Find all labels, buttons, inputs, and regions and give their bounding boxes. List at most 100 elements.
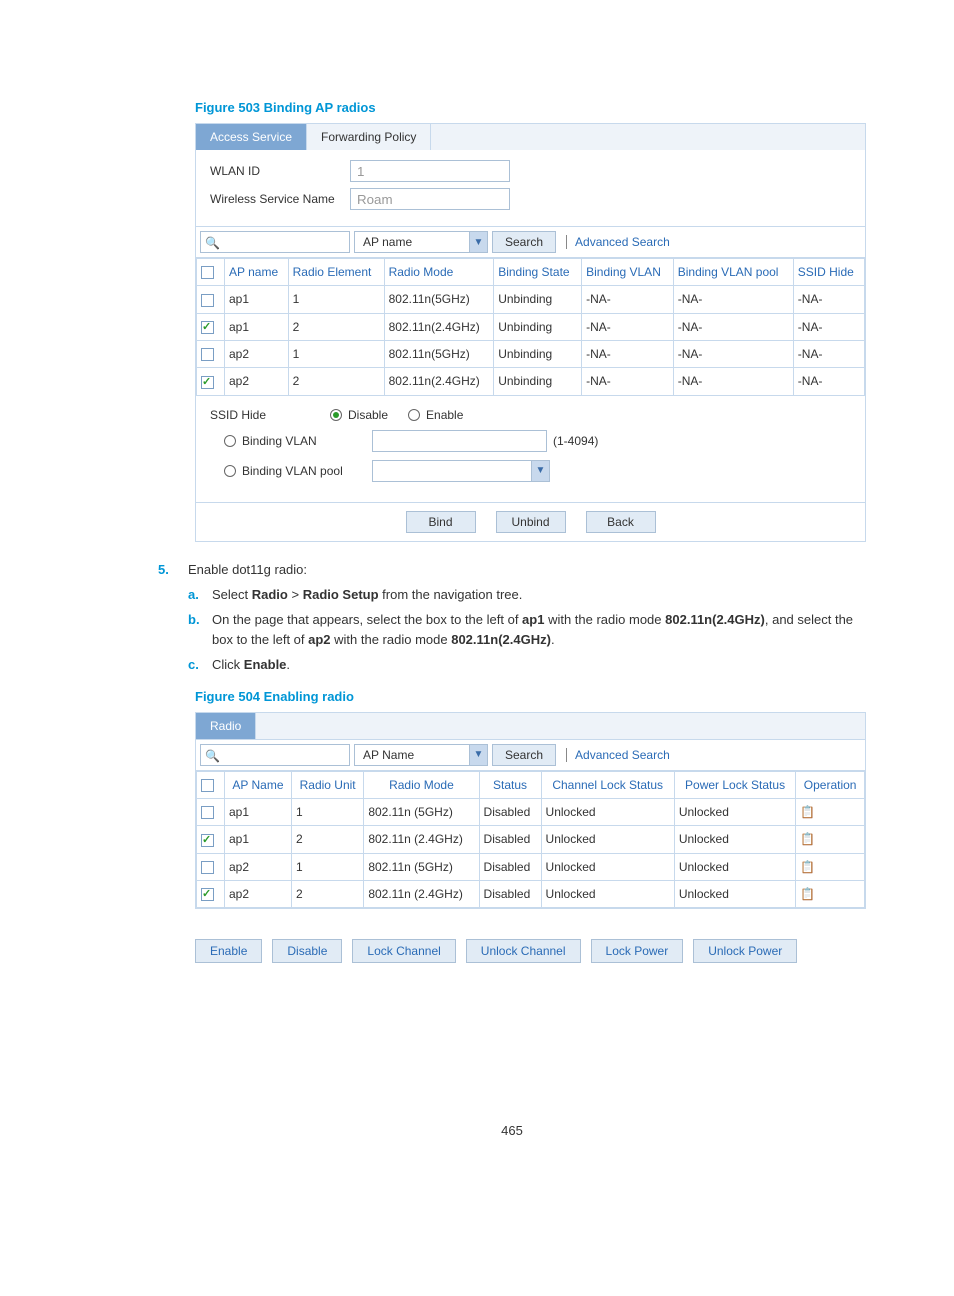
operation-icon[interactable]: 📋 <box>800 805 815 819</box>
col-radio-element[interactable]: Radio Element <box>288 259 384 286</box>
search-button-504[interactable]: Search <box>492 744 556 766</box>
table-cell: Unlocked <box>541 880 674 907</box>
binding-vlan-pool-dropdown[interactable]: ▼ <box>372 460 550 482</box>
col-ap-name-504[interactable]: AP Name <box>225 771 292 798</box>
col-binding-state[interactable]: Binding State <box>494 259 582 286</box>
dropdown-text: AP Name <box>355 748 469 762</box>
disable-button[interactable]: Disable <box>272 939 342 963</box>
binding-vlan-input[interactable] <box>372 430 547 452</box>
wlan-id-label: WLAN ID <box>210 164 350 178</box>
wlan-id-input[interactable] <box>350 160 510 182</box>
table-row: ap12802.11n(2.4GHz)Unbinding-NA--NA--NA- <box>197 313 865 340</box>
operation-icon[interactable]: 📋 <box>800 860 815 874</box>
table-cell: 802.11n (5GHz) <box>364 798 479 825</box>
row-checkbox[interactable] <box>201 806 214 819</box>
checkbox-header[interactable] <box>201 266 214 279</box>
step-5-text: Enable dot11g radio: <box>188 562 307 577</box>
col-radio-mode-504[interactable]: Radio Mode <box>364 771 479 798</box>
figure-503-title: Figure 503 Binding AP radios <box>195 100 866 115</box>
substep-b-letter: b. <box>188 612 212 627</box>
table-cell: 2 <box>288 313 384 340</box>
row-checkbox[interactable] <box>201 321 214 334</box>
table-cell: 802.11n(2.4GHz) <box>384 313 494 340</box>
operation-cell[interactable]: 📋 <box>796 880 865 907</box>
operation-cell[interactable]: 📋 <box>796 798 865 825</box>
bind-button[interactable]: Bind <box>406 511 476 533</box>
binding-vlan-label: Binding VLAN <box>242 434 372 448</box>
col-radio-unit[interactable]: Radio Unit <box>291 771 363 798</box>
unbind-button[interactable]: Unbind <box>496 511 566 533</box>
col-binding-vlan-pool[interactable]: Binding VLAN pool <box>673 259 793 286</box>
lock-channel-button[interactable]: Lock Channel <box>352 939 455 963</box>
row-checkbox[interactable] <box>201 861 214 874</box>
search-field-dropdown-504[interactable]: AP Name ▼ <box>354 744 488 766</box>
radio-disable[interactable] <box>330 409 342 421</box>
tab-forwarding-policy[interactable]: Forwarding Policy <box>307 124 431 150</box>
operation-cell[interactable]: 📋 <box>796 853 865 880</box>
search-input[interactable]: 🔍 <box>200 231 350 253</box>
disable-label: Disable <box>348 408 388 422</box>
col-status[interactable]: Status <box>479 771 541 798</box>
row-checkbox[interactable] <box>201 834 214 847</box>
table-cell: -NA- <box>582 286 674 313</box>
vlan-range-label: (1-4094) <box>553 434 598 448</box>
table-row: ap11802.11n(5GHz)Unbinding-NA--NA--NA- <box>197 286 865 313</box>
checkbox-header-504[interactable] <box>201 779 214 792</box>
col-radio-mode[interactable]: Radio Mode <box>384 259 494 286</box>
table-cell: Disabled <box>479 798 541 825</box>
row-checkbox[interactable] <box>201 294 214 307</box>
tab-access-service[interactable]: Access Service <box>196 124 307 150</box>
col-ap-name[interactable]: AP name <box>225 259 289 286</box>
back-button[interactable]: Back <box>586 511 656 533</box>
row-checkbox[interactable] <box>201 888 214 901</box>
table-cell: Unbinding <box>494 368 582 395</box>
ap-radio-table: AP name Radio Element Radio Mode Binding… <box>196 258 865 396</box>
table-cell: 802.11n(5GHz) <box>384 340 494 367</box>
search-input-504[interactable]: 🔍 <box>200 744 350 766</box>
table-cell: ap1 <box>225 286 289 313</box>
operation-cell[interactable]: 📋 <box>796 826 865 853</box>
row-checkbox[interactable] <box>201 348 214 361</box>
operation-icon[interactable]: 📋 <box>800 887 815 901</box>
table-cell: 2 <box>291 826 363 853</box>
table-row: ap21802.11n(5GHz)Unbinding-NA--NA--NA- <box>197 340 865 367</box>
col-binding-vlan[interactable]: Binding VLAN <box>582 259 674 286</box>
table-row: ap21802.11n (5GHz)DisabledUnlockedUnlock… <box>197 853 865 880</box>
row-checkbox[interactable] <box>201 376 214 389</box>
col-operation[interactable]: Operation <box>796 771 865 798</box>
table-cell: 1 <box>288 340 384 367</box>
table-cell: 802.11n (2.4GHz) <box>364 880 479 907</box>
dropdown-text: AP name <box>355 235 469 249</box>
table-cell: 1 <box>291 853 363 880</box>
radio-binding-vlan[interactable] <box>224 435 236 447</box>
lock-power-button[interactable]: Lock Power <box>591 939 684 963</box>
table-cell: 802.11n(5GHz) <box>384 286 494 313</box>
radio-enable[interactable] <box>408 409 420 421</box>
unlock-power-button[interactable]: Unlock Power <box>693 939 797 963</box>
enable-button[interactable]: Enable <box>195 939 262 963</box>
unlock-channel-button[interactable]: Unlock Channel <box>466 939 581 963</box>
col-power-lock[interactable]: Power Lock Status <box>674 771 795 798</box>
table-cell: -NA- <box>582 340 674 367</box>
table-cell: ap1 <box>225 798 292 825</box>
table-cell: Unlocked <box>541 826 674 853</box>
search-button[interactable]: Search <box>492 231 556 253</box>
table-cell: ap2 <box>225 880 292 907</box>
operation-icon[interactable]: 📋 <box>800 832 815 846</box>
table-cell: 2 <box>291 880 363 907</box>
radio-binding-vlan-pool[interactable] <box>224 465 236 477</box>
wireless-service-name-input[interactable] <box>350 188 510 210</box>
table-cell: 802.11n (2.4GHz) <box>364 826 479 853</box>
advanced-search-link[interactable]: Advanced Search <box>566 235 670 249</box>
search-icon: 🔍 <box>205 749 220 763</box>
chevron-down-icon: ▼ <box>469 232 487 252</box>
col-ssid-hide[interactable]: SSID Hide <box>793 259 864 286</box>
enable-label: Enable <box>426 408 463 422</box>
search-field-dropdown[interactable]: AP name ▼ <box>354 231 488 253</box>
col-channel-lock[interactable]: Channel Lock Status <box>541 771 674 798</box>
table-cell: -NA- <box>673 340 793 367</box>
tab-radio[interactable]: Radio <box>196 713 256 739</box>
advanced-search-link-504[interactable]: Advanced Search <box>566 748 670 762</box>
wireless-service-name-label: Wireless Service Name <box>210 192 350 206</box>
table-cell: Unbinding <box>494 313 582 340</box>
